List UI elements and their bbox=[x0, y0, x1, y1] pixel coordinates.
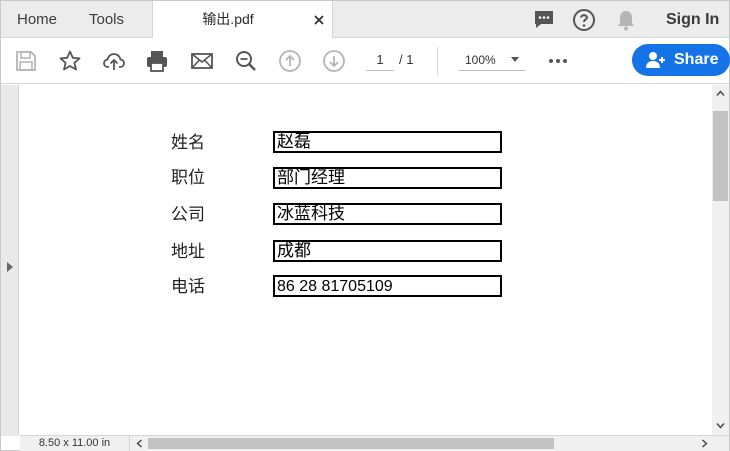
scroll-down-icon[interactable] bbox=[716, 421, 725, 430]
tab-bar: Home Tools 输出.pdf Sign In bbox=[1, 1, 729, 39]
page-total: / 1 bbox=[399, 52, 414, 67]
page-down-icon[interactable] bbox=[322, 49, 346, 73]
scroll-up-icon[interactable] bbox=[716, 89, 725, 98]
page-number-input[interactable]: 1 bbox=[366, 49, 394, 71]
print-icon[interactable] bbox=[145, 49, 169, 73]
mail-icon[interactable] bbox=[190, 49, 214, 73]
scroll-left-icon[interactable] bbox=[135, 439, 144, 448]
form-row-phone: 电话 86 28 81705109 bbox=[20, 272, 712, 302]
vertical-scroll-thumb[interactable] bbox=[713, 111, 728, 201]
close-icon[interactable] bbox=[312, 13, 326, 27]
document-page: 姓名 赵磊 职位 部门经理 公司 冰蓝科技 地址 成都 电话 86 28 817… bbox=[20, 85, 712, 435]
sign-in-link[interactable]: Sign In bbox=[666, 1, 719, 38]
form-row-position: 职位 部门经理 bbox=[20, 163, 712, 193]
chevron-right-icon bbox=[7, 262, 13, 272]
tab-tools[interactable]: Tools bbox=[89, 1, 124, 38]
toolbar-divider bbox=[437, 47, 438, 75]
more-icon[interactable] bbox=[546, 49, 570, 73]
form-field-address[interactable]: 成都 bbox=[273, 240, 502, 262]
form-label-name: 姓名 bbox=[171, 133, 205, 153]
form-label-phone: 电话 bbox=[171, 277, 205, 297]
share-button[interactable]: Share bbox=[632, 44, 730, 76]
bell-icon[interactable] bbox=[614, 8, 638, 32]
form-row-address: 地址 成都 bbox=[20, 237, 712, 267]
form-value-phone: 86 28 81705109 bbox=[277, 278, 393, 295]
zoom-value: 100% bbox=[465, 53, 496, 67]
zoom-select[interactable]: 100% bbox=[459, 49, 525, 71]
scroll-right-icon[interactable] bbox=[700, 439, 709, 448]
page-size-label: 8.50 x 11.00 in bbox=[20, 436, 130, 451]
horizontal-scroll-thumb[interactable] bbox=[148, 438, 554, 449]
zoom-search-icon[interactable] bbox=[234, 49, 258, 73]
left-pane-toggle[interactable] bbox=[1, 85, 19, 436]
form-value-name: 赵磊 bbox=[277, 132, 311, 152]
form-field-phone[interactable]: 86 28 81705109 bbox=[273, 275, 502, 297]
document-tab-title: 输出.pdf bbox=[202, 11, 254, 27]
page-up-icon[interactable] bbox=[278, 49, 302, 73]
form-field-company[interactable]: 冰蓝科技 bbox=[273, 203, 502, 225]
share-label: Share bbox=[674, 51, 719, 68]
form-label-position: 职位 bbox=[171, 168, 205, 188]
form-label-company: 公司 bbox=[171, 205, 205, 225]
tab-home[interactable]: Home bbox=[17, 1, 57, 38]
form-value-address: 成都 bbox=[277, 241, 311, 261]
help-icon[interactable] bbox=[572, 8, 596, 32]
form-row-company: 公司 冰蓝科技 bbox=[20, 200, 712, 230]
upload-icon[interactable] bbox=[102, 49, 126, 73]
toolbar: 1 / 1 100% Share bbox=[1, 38, 730, 84]
form-field-position[interactable]: 部门经理 bbox=[273, 167, 502, 189]
form-row-name: 姓名 赵磊 bbox=[20, 128, 712, 158]
add-user-icon bbox=[646, 52, 665, 68]
save-icon[interactable] bbox=[14, 49, 38, 73]
vertical-scrollbar[interactable] bbox=[712, 85, 729, 436]
form-value-position: 部门经理 bbox=[277, 168, 345, 188]
form-field-name[interactable]: 赵磊 bbox=[273, 131, 502, 153]
form-label-address: 地址 bbox=[171, 242, 205, 262]
acrobat-window: Home Tools 输出.pdf Sign In 1 / 1 100% Sha… bbox=[0, 0, 730, 451]
status-bar: 8.50 x 11.00 in bbox=[20, 435, 729, 451]
star-icon[interactable] bbox=[58, 49, 82, 73]
form-value-company: 冰蓝科技 bbox=[277, 204, 345, 224]
comment-icon[interactable] bbox=[532, 8, 556, 32]
tab-document[interactable]: 输出.pdf bbox=[152, 1, 333, 39]
chevron-down-icon bbox=[511, 57, 519, 62]
